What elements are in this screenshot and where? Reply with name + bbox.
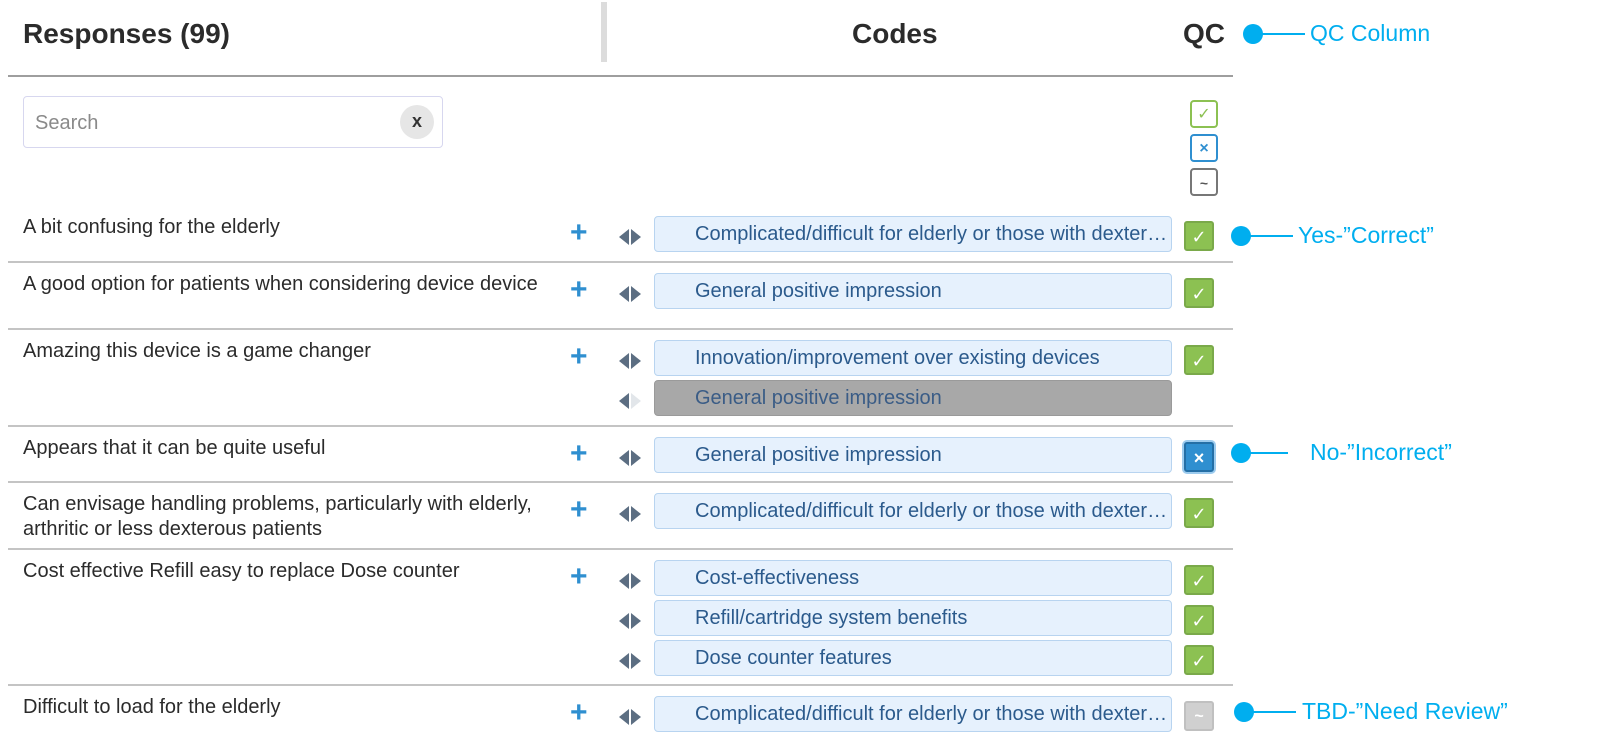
row-divider: [8, 684, 1233, 686]
annotation-line: [1262, 33, 1305, 35]
move-code-arrows-icon[interactable]: [618, 653, 644, 669]
move-code-arrows-icon[interactable]: [618, 353, 644, 369]
qc-incorrect-checkbox[interactable]: ×: [1184, 442, 1214, 472]
code-tag[interactable]: Innovation/improvement over existing dev…: [654, 340, 1172, 376]
add-code-button[interactable]: +: [570, 698, 588, 728]
add-code-button[interactable]: +: [570, 439, 588, 469]
qc-correct-checkbox[interactable]: ✓: [1184, 605, 1214, 635]
move-code-arrows-icon[interactable]: [618, 573, 644, 589]
code-tag[interactable]: Refill/cartridge system benefits: [654, 600, 1172, 636]
row-divider: [8, 481, 1233, 483]
annotation-tbd-review: TBD-”Need Review”: [1302, 698, 1508, 724]
move-code-arrows-icon[interactable]: [618, 709, 644, 725]
add-code-button[interactable]: +: [570, 342, 588, 372]
move-code-arrows-icon[interactable]: [618, 393, 644, 409]
qc-correct-checkbox[interactable]: ✓: [1184, 278, 1214, 308]
response-text: Difficult to load for the elderly: [23, 696, 281, 718]
qc-correct-checkbox[interactable]: ✓: [1184, 345, 1214, 375]
annotation-line: [1250, 235, 1293, 237]
qc-correct-checkbox[interactable]: ✓: [1184, 565, 1214, 595]
qc-filter-review-checkbox[interactable]: ~: [1190, 168, 1218, 196]
row-divider: [8, 328, 1233, 330]
response-text: A bit confusing for the elderly: [23, 216, 280, 238]
search-box: x: [23, 96, 443, 148]
add-code-button[interactable]: +: [570, 495, 588, 525]
row-divider: [8, 548, 1233, 550]
qc-filter-correct-checkbox[interactable]: ✓: [1190, 100, 1218, 128]
move-code-arrows-icon[interactable]: [618, 613, 644, 629]
add-code-button[interactable]: +: [570, 275, 588, 305]
code-tag-disabled[interactable]: General positive impression: [654, 380, 1172, 416]
column-divider[interactable]: [601, 2, 607, 62]
response-text: Can envisage handling problems, particul…: [23, 493, 532, 540]
response-text: Amazing this device is a game changer: [23, 340, 371, 362]
code-tag[interactable]: General positive impression: [654, 273, 1172, 309]
code-tag[interactable]: Complicated/difficult for elderly or tho…: [654, 493, 1172, 529]
annotation-yes-correct: Yes-”Correct”: [1298, 222, 1434, 248]
row-divider: [8, 261, 1233, 263]
annotation-dot: [1243, 24, 1263, 44]
response-text: Appears that it can be quite useful: [23, 437, 326, 459]
qc-correct-checkbox[interactable]: ✓: [1184, 498, 1214, 528]
response-text: A good option for patients when consider…: [23, 273, 538, 295]
annotation-no-incorrect: No-”Incorrect”: [1310, 439, 1452, 465]
qc-filter-incorrect-checkbox[interactable]: ×: [1190, 134, 1218, 162]
annotation-dot: [1231, 226, 1251, 246]
annotation-line: [1250, 452, 1288, 454]
move-code-arrows-icon[interactable]: [618, 450, 644, 466]
move-code-arrows-icon[interactable]: [618, 506, 644, 522]
qc-correct-checkbox[interactable]: ✓: [1184, 221, 1214, 251]
clear-search-button[interactable]: x: [400, 105, 434, 139]
qc-review-checkbox[interactable]: ~: [1184, 701, 1214, 731]
header-divider: [8, 75, 1233, 77]
search-input[interactable]: [33, 107, 377, 139]
qc-correct-checkbox[interactable]: ✓: [1184, 645, 1214, 675]
code-tag[interactable]: Complicated/difficult for elderly or tho…: [654, 696, 1172, 732]
codes-title: Codes: [852, 18, 938, 49]
annotation-dot: [1234, 702, 1254, 722]
annotation-line: [1253, 711, 1296, 713]
move-code-arrows-icon[interactable]: [618, 229, 644, 245]
code-tag[interactable]: Complicated/difficult for elderly or tho…: [654, 216, 1172, 252]
annotation-qc-column: QC Column: [1310, 20, 1431, 46]
responses-title: Responses (99): [23, 18, 230, 49]
annotation-dot: [1231, 443, 1251, 463]
code-tag[interactable]: General positive impression: [654, 437, 1172, 473]
response-text: Cost effective Refill easy to replace Do…: [23, 560, 460, 582]
code-tag[interactable]: Cost-effectiveness: [654, 560, 1172, 596]
qc-title: QC: [1183, 18, 1225, 49]
code-tag[interactable]: Dose counter features: [654, 640, 1172, 676]
row-divider: [8, 425, 1233, 427]
add-code-button[interactable]: +: [570, 218, 588, 248]
move-code-arrows-icon[interactable]: [618, 286, 644, 302]
add-code-button[interactable]: +: [570, 562, 588, 592]
